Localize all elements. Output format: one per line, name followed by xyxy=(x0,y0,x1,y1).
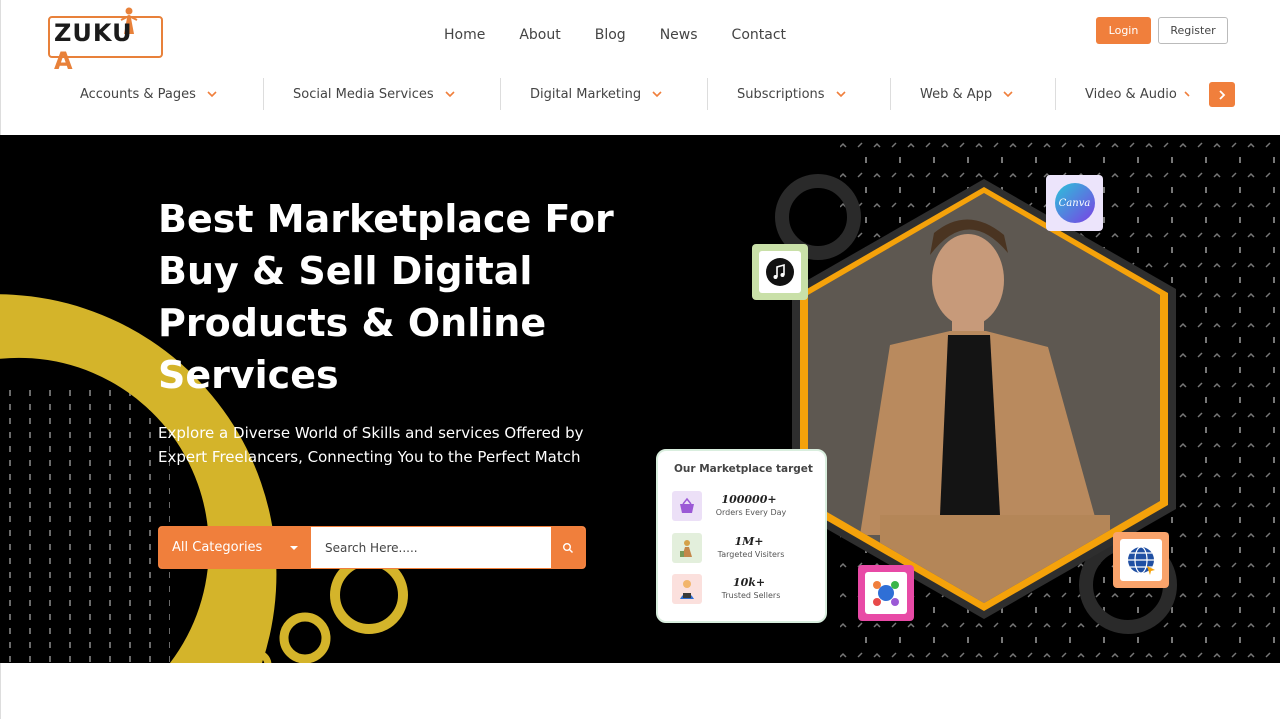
chevron-down-icon xyxy=(1003,91,1013,98)
category-video-audio[interactable]: Video & Audio xyxy=(1085,76,1191,112)
category-navigation: Accounts & Pages Social Media Services D… xyxy=(1,76,1280,112)
chevron-down-icon xyxy=(835,91,846,98)
category-subscriptions[interactable]: Subscriptions xyxy=(737,76,847,112)
category-divider xyxy=(890,78,891,110)
nav-news[interactable]: News xyxy=(660,27,698,43)
category-divider xyxy=(707,78,708,110)
category-label: Digital Marketing xyxy=(530,86,642,102)
login-button[interactable]: Login xyxy=(1096,17,1151,44)
category-label: Subscriptions xyxy=(737,86,825,102)
hero-banner: Best Marketplace For Buy & Sell Digital … xyxy=(0,135,1280,663)
top-navigation: Home About Blog News Contact xyxy=(444,27,820,43)
social-network-icon xyxy=(873,581,899,606)
search-input[interactable] xyxy=(311,527,551,568)
stat-sellers: 10k+ Trusted Sellers xyxy=(672,574,822,608)
category-social-media[interactable]: Social Media Services xyxy=(293,76,456,112)
logo-text: ZUKUA xyxy=(54,19,133,75)
caret-down-icon xyxy=(290,545,298,550)
stat-orders: 100000+ Orders Every Day xyxy=(672,491,822,525)
nav-blog[interactable]: Blog xyxy=(595,27,626,43)
social-app-tile xyxy=(858,565,914,621)
category-divider xyxy=(263,78,264,110)
category-label: Social Media Services xyxy=(293,86,434,102)
search-button[interactable] xyxy=(551,527,585,568)
category-label: Accounts & Pages xyxy=(80,86,196,102)
canva-logo-icon: Canva xyxy=(1054,183,1095,223)
search-bar: All Categories xyxy=(158,526,586,569)
site-header: ZUKUA Home About Blog News Contact Login… xyxy=(0,0,1280,135)
hero-title: Best Marketplace For Buy & Sell Digital … xyxy=(158,197,614,397)
web-app-tile xyxy=(1113,532,1169,588)
visitors-icon xyxy=(672,533,702,563)
canva-app-tile: Canva xyxy=(1046,175,1103,231)
category-divider xyxy=(500,78,501,110)
category-label: Video & Audio xyxy=(1085,86,1177,102)
site-logo[interactable]: ZUKUA xyxy=(48,6,163,75)
music-note-icon xyxy=(766,258,794,286)
category-select-label: All Categories xyxy=(172,540,263,555)
sellers-icon xyxy=(672,574,702,604)
nav-about[interactable]: About xyxy=(519,27,560,43)
search-icon xyxy=(563,542,573,553)
chevron-down-icon xyxy=(652,91,662,98)
stat-label: Targeted Visiters xyxy=(717,550,785,559)
register-button[interactable]: Register xyxy=(1158,17,1228,44)
category-accounts-pages[interactable]: Accounts & Pages xyxy=(80,76,218,112)
category-select[interactable]: All Categories xyxy=(159,527,311,568)
chevron-right-icon xyxy=(1219,89,1226,100)
chevron-down-icon xyxy=(445,91,455,98)
category-web-app[interactable]: Web & App xyxy=(920,76,1014,112)
category-label: Web & App xyxy=(920,86,993,102)
nav-home[interactable]: Home xyxy=(444,27,485,43)
basket-icon xyxy=(672,491,702,521)
music-app-tile xyxy=(752,244,808,300)
category-digital-marketing[interactable]: Digital Marketing xyxy=(530,76,663,112)
globe-icon xyxy=(1128,546,1155,575)
content-area xyxy=(0,663,1280,719)
chevron-down-icon xyxy=(207,91,217,98)
stat-value: 1M+ xyxy=(734,535,764,548)
stat-visitors: 1M+ Targeted Visiters xyxy=(672,533,822,567)
chevron-down-icon xyxy=(1184,91,1190,97)
card-title: Our Marketplace target xyxy=(674,463,813,475)
stat-value: 100000+ xyxy=(721,493,777,506)
category-divider xyxy=(1055,78,1056,110)
marketplace-target-card: Our Marketplace target 100000+ Orders Ev… xyxy=(656,449,827,623)
category-next-button[interactable] xyxy=(1209,82,1235,107)
stat-value: 10k+ xyxy=(732,576,766,589)
page: ZUKUA Home About Blog News Contact Login… xyxy=(0,0,1280,719)
stat-label: Orders Every Day xyxy=(715,508,787,517)
hero-subtitle: Explore a Diverse World of Skills and se… xyxy=(158,424,584,466)
stat-label: Trusted Sellers xyxy=(721,591,781,600)
nav-contact[interactable]: Contact xyxy=(732,27,786,43)
